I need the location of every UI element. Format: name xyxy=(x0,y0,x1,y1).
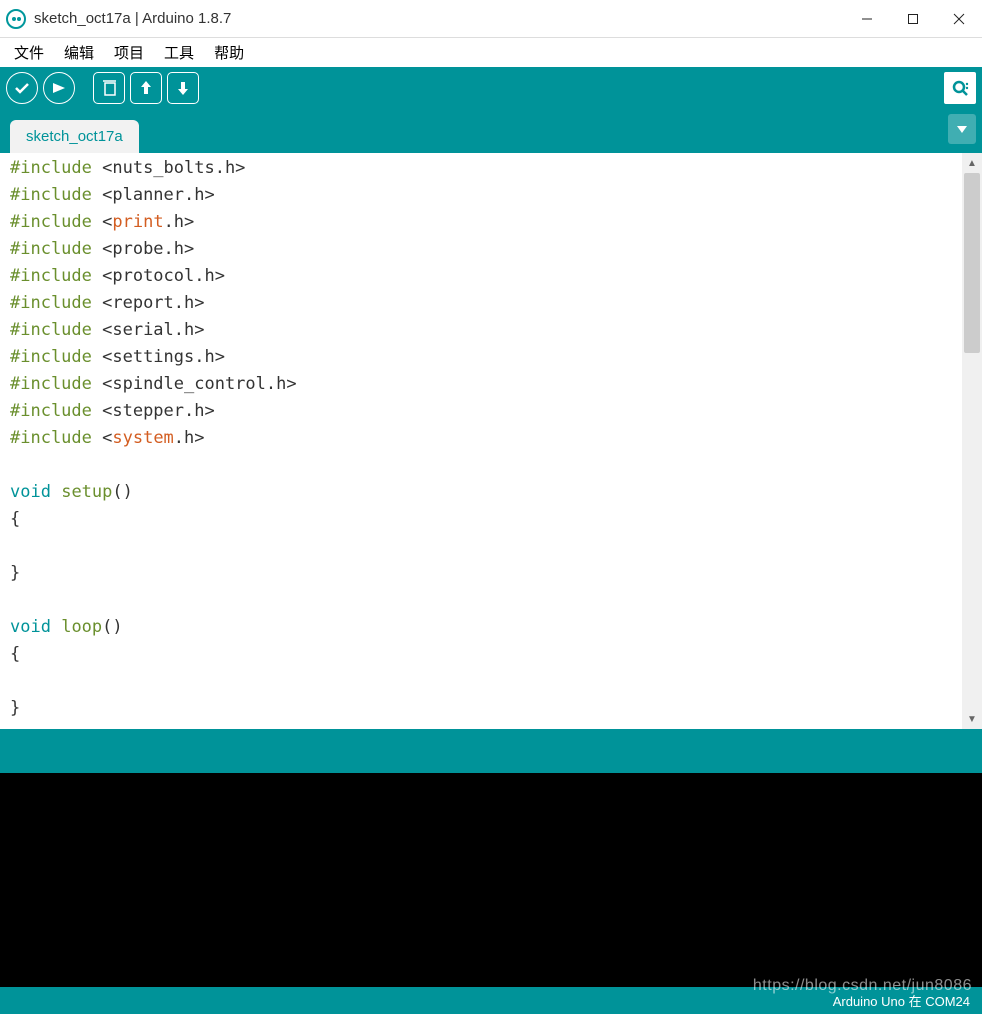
tab-bar: sketch_oct17a xyxy=(0,108,982,153)
upload-button[interactable] xyxy=(43,72,75,104)
new-button[interactable] xyxy=(93,72,125,104)
footer-bar: https://blog.csdn.net/jun8086 Arduino Un… xyxy=(0,987,982,1014)
verify-button[interactable] xyxy=(6,72,38,104)
menu-help[interactable]: 帮助 xyxy=(204,40,254,65)
status-bar xyxy=(0,729,982,773)
menubar: 文件 编辑 项目 工具 帮助 xyxy=(0,38,982,67)
window-title: sketch_oct17a | Arduino 1.8.7 xyxy=(34,10,231,27)
scroll-thumb[interactable] xyxy=(964,173,980,353)
maximize-button[interactable] xyxy=(890,0,936,38)
save-button[interactable] xyxy=(167,72,199,104)
output-console[interactable] xyxy=(0,773,982,987)
menu-edit[interactable]: 编辑 xyxy=(54,40,104,65)
scroll-up-icon[interactable]: ▲ xyxy=(962,153,982,173)
toolbar xyxy=(0,67,982,108)
arduino-logo-icon xyxy=(6,9,26,29)
minimize-button[interactable] xyxy=(844,0,890,38)
open-button[interactable] xyxy=(130,72,162,104)
editor-area: #include <nuts_bolts.h>#include <planner… xyxy=(0,153,982,729)
scroll-down-icon[interactable]: ▼ xyxy=(962,709,982,729)
menu-sketch[interactable]: 项目 xyxy=(104,40,154,65)
close-button[interactable] xyxy=(936,0,982,38)
vertical-scrollbar[interactable]: ▲ ▼ xyxy=(962,153,982,729)
serial-monitor-button[interactable] xyxy=(944,72,976,104)
watermark-text: https://blog.csdn.net/jun8086 xyxy=(753,977,972,995)
sketch-tab[interactable]: sketch_oct17a xyxy=(10,120,139,153)
menu-tools[interactable]: 工具 xyxy=(154,40,204,65)
code-editor[interactable]: #include <nuts_bolts.h>#include <planner… xyxy=(0,153,962,729)
window-titlebar: sketch_oct17a | Arduino 1.8.7 xyxy=(0,0,982,38)
menu-file[interactable]: 文件 xyxy=(4,40,54,65)
tab-menu-button[interactable] xyxy=(948,114,976,144)
